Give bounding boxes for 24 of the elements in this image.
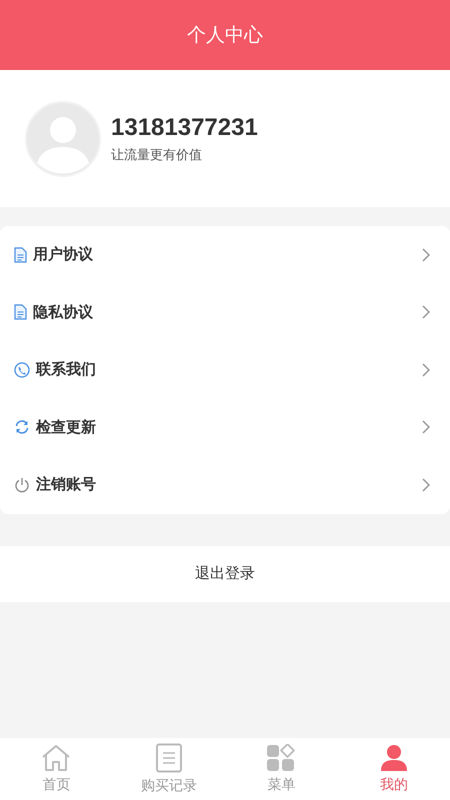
menu-item[interactable]: 联系我们 — [0, 341, 450, 398]
document-icon — [14, 304, 27, 320]
page-title: 个人中心 — [187, 23, 263, 48]
refresh-icon — [14, 419, 30, 436]
menu-item[interactable]: 隐私协议 — [0, 284, 450, 341]
slogan: 让流量更有价值 — [111, 146, 203, 164]
user-icon — [380, 744, 408, 772]
chevron-icon — [422, 248, 430, 262]
menu-item[interactable]: 注销账号 — [0, 456, 450, 514]
tab[interactable]: 我的 — [338, 738, 450, 800]
menu-item[interactable]: 检查更新 — [0, 398, 450, 456]
grid-icon — [267, 744, 296, 772]
chevron-icon — [422, 305, 430, 320]
home-icon — [41, 744, 72, 772]
logout-button[interactable]: 退出登录 — [0, 546, 450, 602]
power-icon — [14, 476, 30, 493]
chevron-icon — [422, 420, 430, 434]
document-icon — [14, 246, 27, 263]
document-icon — [154, 743, 183, 773]
chevron-icon — [422, 362, 430, 377]
chevron-icon — [422, 478, 430, 492]
phone-icon — [14, 362, 30, 378]
menu-item[interactable]: 用户协议 — [0, 226, 450, 284]
phone-number: 13181377231 — [111, 114, 258, 142]
